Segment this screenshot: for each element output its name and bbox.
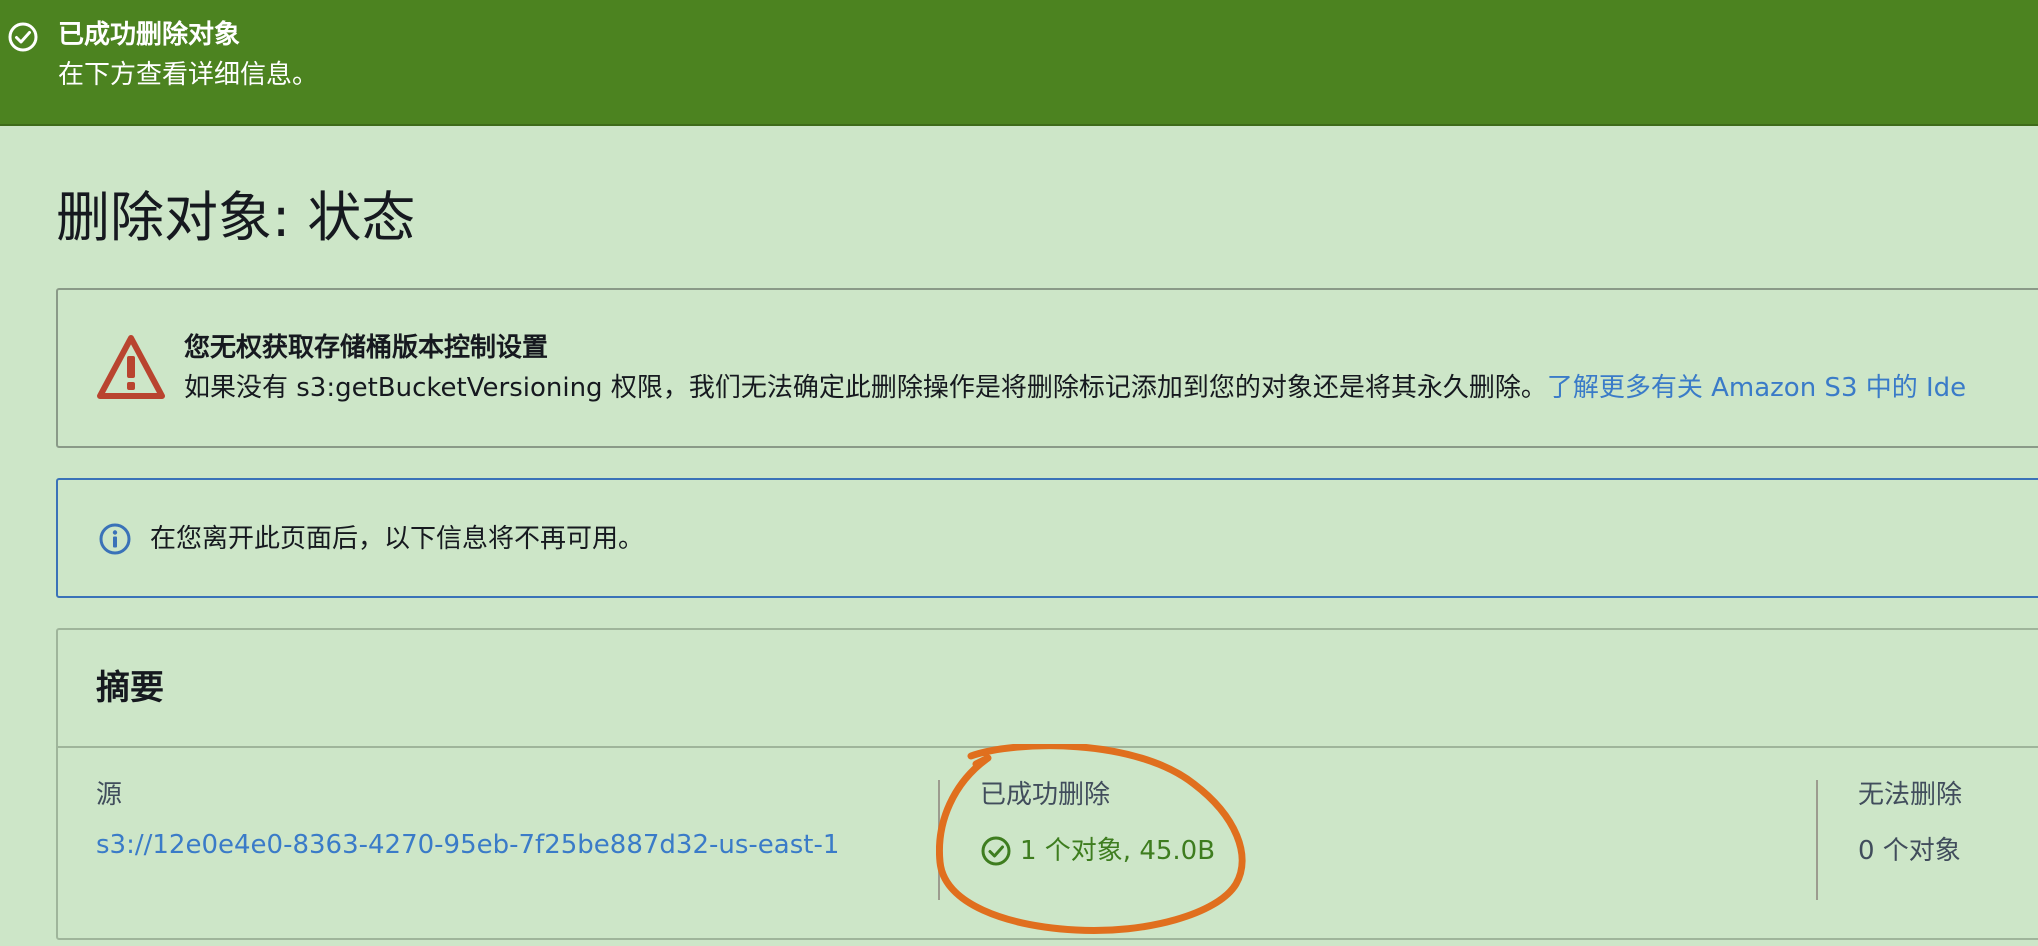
summary-title: 摘要 <box>96 668 164 708</box>
check-circle-icon <box>981 836 1011 866</box>
flash-description: 在下方查看详细信息。 <box>58 60 319 90</box>
failed-count: 0 个对象 <box>1858 836 1961 866</box>
warning-title: 您无权获取存储桶版本控制设置 <box>184 333 549 363</box>
source-value: s3://12e0e4e0-8363-4270-95eb-7f25be887d3… <box>96 828 839 862</box>
warning-description-text: 如果没有 s3:getBucketVersioning 权限，我们无法确定此删除… <box>184 373 1547 403</box>
succeeded-value: 1 个对象, 45.0B <box>980 834 1215 868</box>
info-circle-icon <box>99 523 131 555</box>
warning-triangle-icon <box>97 335 165 399</box>
info-text: 在您离开此页面后，以下信息将不再可用。 <box>150 524 645 554</box>
source-bucket-link[interactable]: s3://12e0e4e0-8363-4270-95eb-7f25be887d3… <box>96 830 839 860</box>
success-flash-banner: 已成功删除对象 在下方查看详细信息。 <box>0 0 2038 126</box>
summary-header: 摘要 <box>58 630 2038 748</box>
warning-description: 如果没有 s3:getBucketVersioning 权限，我们无法确定此删除… <box>184 372 1966 404</box>
info-alert: 在您离开此页面后，以下信息将不再可用。 <box>56 478 2038 598</box>
failed-label: 无法删除 <box>1858 780 1963 810</box>
page-title: 删除对象: 状态 <box>56 186 416 249</box>
source-label: 源 <box>96 780 123 810</box>
column-divider <box>938 780 940 900</box>
succeeded-count: 1 个对象, 45.0B <box>1020 836 1216 866</box>
succeeded-label: 已成功删除 <box>980 780 1111 810</box>
source-column: 源 s3://12e0e4e0-8363-4270-95eb-7f25be887… <box>96 778 839 862</box>
summary-container: 摘要 源 s3://12e0e4e0-8363-4270-95eb-7f25be… <box>56 628 2038 940</box>
check-circle-icon <box>8 22 38 52</box>
succeeded-column: 已成功删除 1 个对象, 45.0B <box>980 778 1215 868</box>
flash-title: 已成功删除对象 <box>58 20 241 50</box>
learn-more-link[interactable]: 了解更多有关 Amazon S3 中的 Ide <box>1547 373 1966 403</box>
column-divider <box>1816 780 1818 900</box>
permission-warning-alert: 您无权获取存储桶版本控制设置 如果没有 s3:getBucketVersioni… <box>56 288 2038 448</box>
failed-column: 无法删除 0 个对象 <box>1858 778 1962 868</box>
